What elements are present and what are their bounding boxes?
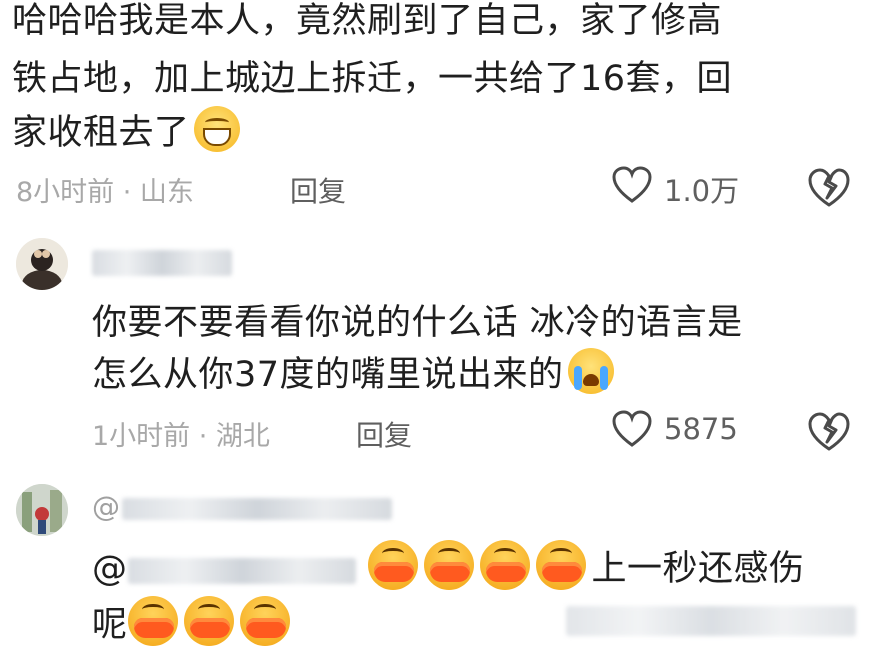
comment1-line3-text: 家收租去了 <box>12 113 190 153</box>
comment1-line3: 家收租去了 <box>12 104 240 162</box>
commenter3-username-row[interactable]: @ <box>92 490 402 524</box>
comment2-time-location: 1小时前 · 湖北 <box>92 421 270 452</box>
comment3-line2-text: 呢 <box>92 605 128 645</box>
comment2-reply-button[interactable]: 回复 <box>356 414 412 454</box>
dislike-broken-heart-icon[interactable] <box>808 412 850 452</box>
commenter3-username-blurred <box>122 498 392 520</box>
duck-laughing-face-icon <box>535 540 586 590</box>
comment3-line1: @ 上一秒还感伤 <box>92 540 805 598</box>
comment2-line2: 怎么从你37度的嘴里说出来的 <box>92 346 614 404</box>
duck-laughing-face-icon <box>183 596 234 646</box>
comment2-line2-text: 怎么从你37度的嘴里说出来的 <box>92 355 564 395</box>
duck-laughing-face-icon <box>127 596 178 646</box>
watermark-blurred <box>566 606 856 636</box>
commenter2-avatar[interactable] <box>16 238 68 290</box>
comment2-line1: 你要不要看看你说的什么话 冰冷的语言是 <box>92 303 743 343</box>
comment1-like-count: 1.0万 <box>664 174 740 208</box>
commenter2-username-blurred[interactable] <box>92 250 232 276</box>
comment2-like-count: 5875 <box>664 412 738 446</box>
comment1-line2: 铁占地，加上城边上拆迁，一共给了16套，回 <box>12 59 733 99</box>
comment3-mention-at[interactable]: @ <box>92 549 128 589</box>
comment3-line1-suffix: 上一秒还感伤 <box>591 549 805 589</box>
comment1-time-location: 8小时前 · 山东 <box>16 177 194 208</box>
comment1-line1: 哈哈哈我是本人，竟然刷到了自己，家了修高 <box>12 1 723 41</box>
comment1-reply-button[interactable]: 回复 <box>290 170 346 210</box>
duck-laughing-face-icon <box>423 540 474 590</box>
heart-icon <box>612 410 652 448</box>
duck-laughing-face-icon <box>479 540 530 590</box>
duck-laughing-face-icon <box>239 596 290 646</box>
dislike-broken-heart-icon[interactable] <box>808 168 850 208</box>
heart-icon <box>612 166 652 204</box>
loudly-crying-face-icon <box>567 348 614 394</box>
grinning-face-icon <box>193 106 240 152</box>
commenter3-username-at: @ <box>92 490 120 523</box>
duck-laughing-face-icon <box>367 540 418 590</box>
comment3-line2: 呢 <box>92 596 296 654</box>
commenter3-avatar[interactable] <box>16 484 68 536</box>
comment3-mention-blurred[interactable] <box>127 558 356 584</box>
comment2-like-button[interactable]: 5875 <box>612 408 762 454</box>
comment1-like-button[interactable]: 1.0万 <box>612 164 762 210</box>
